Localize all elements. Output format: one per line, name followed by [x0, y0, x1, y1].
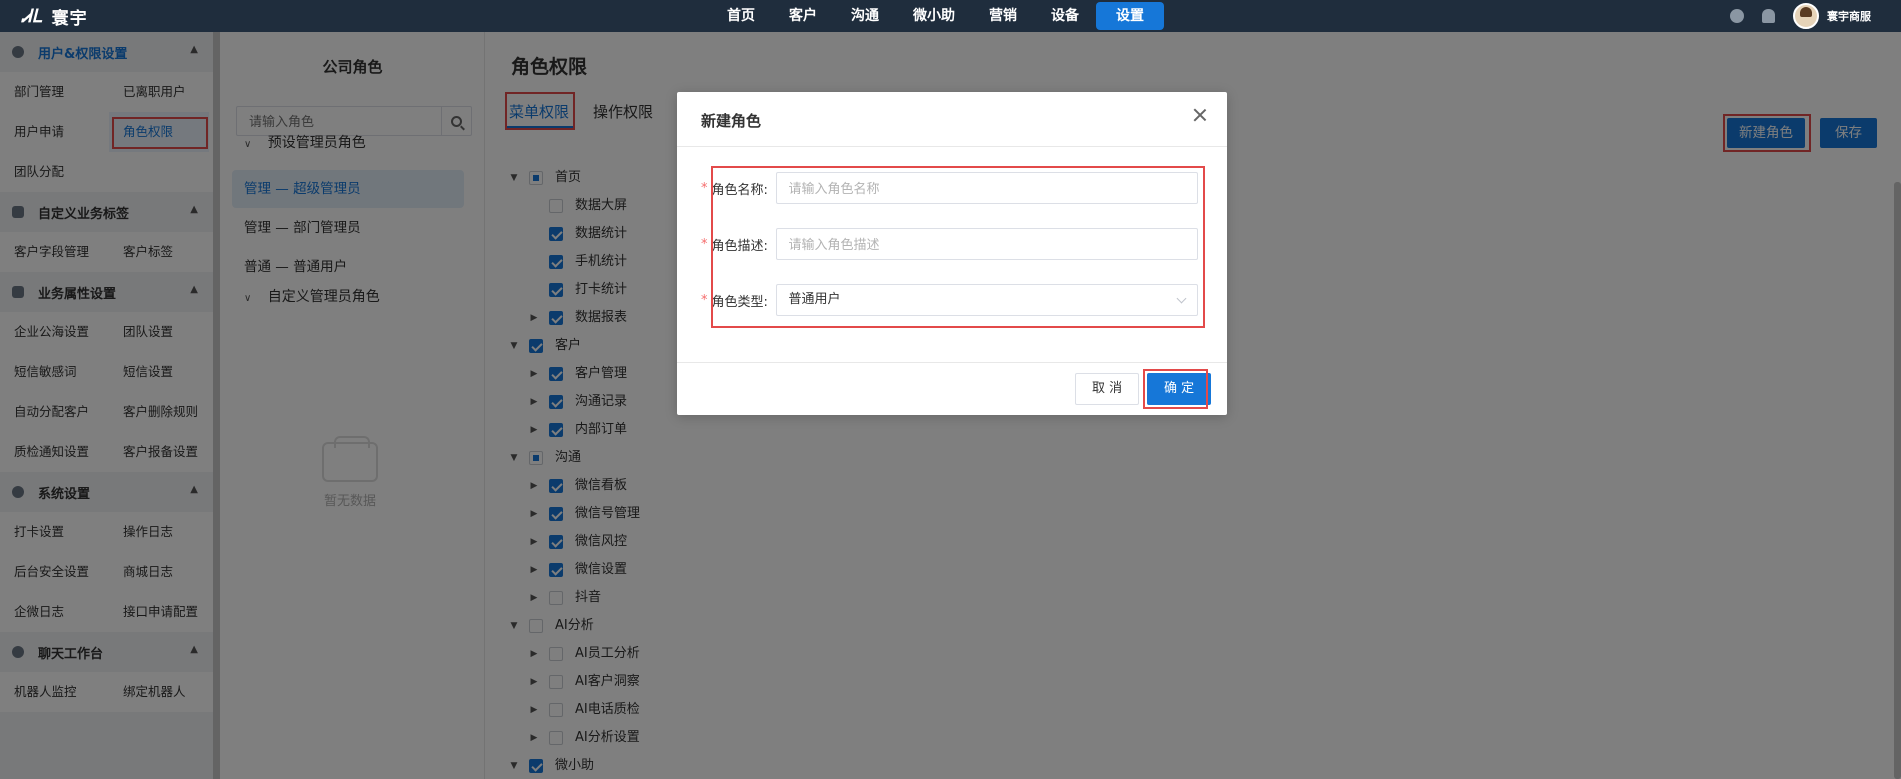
dialog-title: 新建角色: [701, 112, 762, 130]
avatar: [1793, 3, 1819, 29]
top-navbar: ᏗᏞ 寰宇 首页 客户 沟通 微小助 营销 设备 设置 寰宇商服: [0, 0, 1901, 32]
brand-mark: ᏗᏞ: [22, 6, 44, 27]
nav-item-devices[interactable]: 设备: [1034, 0, 1096, 32]
user-menu[interactable]: 寰宇商服: [1793, 3, 1871, 29]
main-nav: 首页 客户 沟通 微小助 营销 设备 设置: [710, 0, 1164, 32]
new-role-dialog: 新建角色 * 角色名称: * 角色描述: * 角色类型: 普通用户 取 消 确 …: [677, 92, 1227, 415]
highlight-box: [711, 166, 1205, 328]
highlight-box: [1143, 369, 1208, 409]
nav-item-communication[interactable]: 沟通: [834, 0, 896, 32]
user-name: 寰宇商服: [1827, 10, 1871, 23]
required-mark: *: [701, 180, 708, 196]
nav-item-home[interactable]: 首页: [710, 0, 772, 32]
nav-item-customer[interactable]: 客户: [772, 0, 834, 32]
bell-icon[interactable]: [1762, 9, 1775, 23]
top-right-tools: 寰宇商服: [1730, 0, 1871, 32]
brand-logo[interactable]: ᏗᏞ 寰宇: [22, 4, 88, 29]
message-icon[interactable]: [1730, 9, 1744, 23]
required-mark: *: [701, 236, 708, 252]
divider: [677, 362, 1227, 363]
brand-name: 寰宇: [51, 9, 88, 29]
nav-item-assistant[interactable]: 微小助: [896, 0, 972, 32]
cancel-button[interactable]: 取 消: [1075, 373, 1140, 405]
close-icon[interactable]: [1191, 106, 1209, 124]
nav-item-marketing[interactable]: 营销: [972, 0, 1034, 32]
required-mark: *: [701, 292, 708, 308]
nav-item-settings[interactable]: 设置: [1096, 2, 1164, 30]
divider: [677, 146, 1227, 147]
